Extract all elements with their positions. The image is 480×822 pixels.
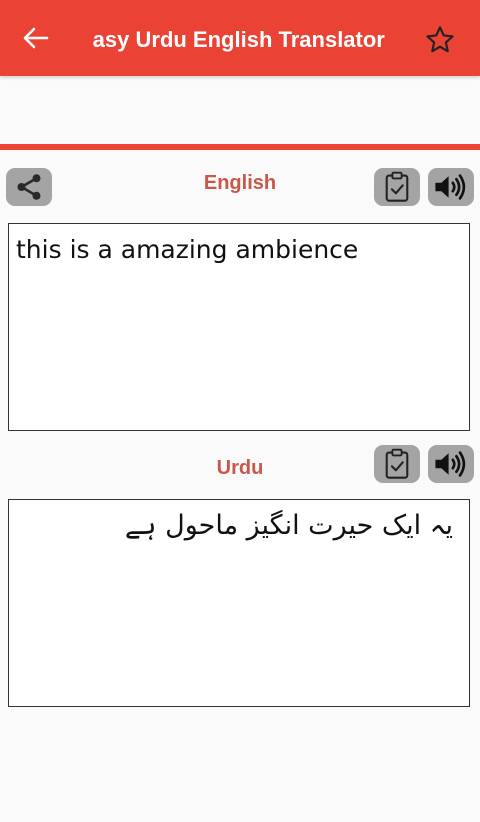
clipboard-check-icon	[385, 171, 409, 202]
target-copy-button[interactable]	[374, 445, 420, 483]
app-title-text: Easy Urdu English Translator	[92, 27, 385, 52]
source-speak-button[interactable]	[428, 168, 474, 206]
source-language-label: English	[203, 172, 277, 194]
share-icon	[17, 174, 41, 200]
app-title: Easy Urdu English Translator	[92, 26, 406, 54]
star-outline-icon	[426, 26, 454, 53]
speaker-icon	[435, 451, 466, 477]
arrow-left-icon	[23, 27, 49, 49]
source-copy-button[interactable]	[374, 168, 420, 206]
target-language-label: Urdu	[216, 457, 264, 479]
speaker-icon	[435, 174, 466, 200]
source-text-box: this is a amazing ambience	[8, 223, 470, 431]
source-text-input[interactable]: this is a amazing ambience	[9, 224, 469, 430]
favorite-button[interactable]	[420, 20, 460, 60]
target-text-box: یہ ایک حیرت انگیز ماحول ہے	[8, 499, 470, 707]
translation-output[interactable]: یہ ایک حیرت انگیز ماحول ہے	[9, 500, 469, 706]
clipboard-check-icon	[385, 448, 409, 479]
back-button[interactable]	[14, 20, 58, 56]
target-speak-button[interactable]	[428, 445, 474, 483]
share-button[interactable]	[6, 168, 52, 206]
app-bar: Easy Urdu English Translator	[0, 0, 480, 76]
header-divider	[0, 144, 480, 150]
ad-banner-area	[0, 76, 480, 144]
